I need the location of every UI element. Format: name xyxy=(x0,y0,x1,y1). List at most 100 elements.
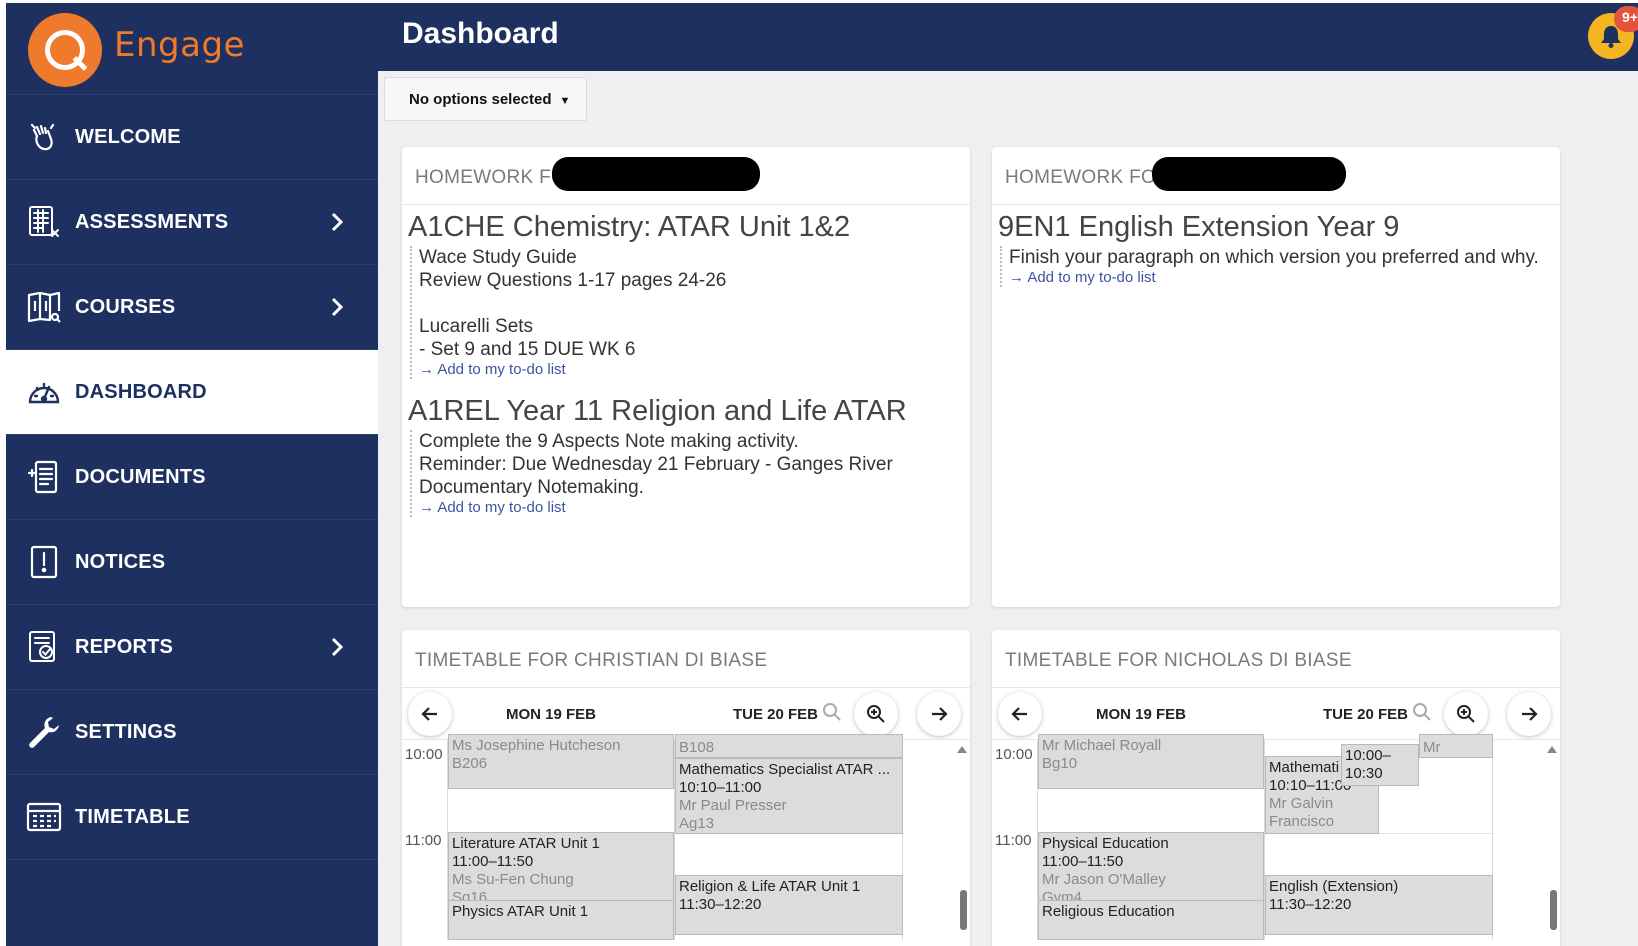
add-todo-link[interactable]: → Add to my to-do list xyxy=(419,361,970,379)
sidebar-item-label: DASHBOARD xyxy=(75,381,207,403)
timetable-event[interactable]: Mr xyxy=(1419,734,1493,758)
calendar-grid-icon xyxy=(26,799,62,835)
time-label: 11:00 xyxy=(405,832,442,849)
day-label: MON 19 FEB xyxy=(506,706,597,723)
sidebar-item-label: REPORTS xyxy=(75,636,174,658)
wave-hand-icon xyxy=(26,119,62,155)
prev-day-button[interactable] xyxy=(998,692,1042,736)
zoom-in-button[interactable] xyxy=(854,692,898,736)
scroll-up-arrow-icon[interactable] xyxy=(957,746,967,753)
timetable-scrollbar[interactable] xyxy=(956,740,970,940)
assessment-grid-icon xyxy=(26,204,62,240)
notification-count-badge: 9+ xyxy=(1614,6,1638,32)
top-header: Dashboard 9+ xyxy=(378,3,1638,71)
timetable-event[interactable]: Physics ATAR Unit 1 xyxy=(448,900,674,940)
timetable-card: TIMETABLE FOR CHRISTIAN DI BIASE MON 19 … xyxy=(402,630,970,946)
brand[interactable]: Engage xyxy=(6,3,378,95)
sidebar-item-documents[interactable]: DOCUMENTS xyxy=(6,435,378,520)
course-title: A1REL Year 11 Religion and Life ATAR xyxy=(408,395,907,427)
document-icon xyxy=(26,459,62,495)
homework-text: Complete the 9 Aspects Note making activ… xyxy=(419,431,893,498)
next-day-button[interactable] xyxy=(917,692,961,736)
app-root: Engage WELCOME ASSESSMENTS COURSES DASHB… xyxy=(0,0,1638,946)
zoom-out-icon[interactable] xyxy=(822,702,842,722)
sidebar-item-courses[interactable]: COURSES xyxy=(6,265,378,350)
arrow-left-icon xyxy=(1011,707,1027,721)
sidebar-item-assessments[interactable]: ASSESSMENTS xyxy=(6,180,378,265)
timetable-event[interactable]: Ms Josephine Hutcheson B206 xyxy=(448,734,674,789)
timetable-event[interactable]: Physical Education 11:00–11:50 Mr Jason … xyxy=(1038,832,1264,910)
arrow-right-icon xyxy=(932,707,948,721)
homework-heading: HOMEWORK FOR xyxy=(1005,167,1171,188)
arrow-right-icon xyxy=(1522,707,1538,721)
caret-down-icon: ▼ xyxy=(559,95,571,107)
course-title: 9EN1 English Extension Year 9 xyxy=(998,211,1400,243)
time-label: 11:00 xyxy=(995,832,1032,849)
scroll-thumb[interactable] xyxy=(1550,890,1557,930)
card-heading: HOMEWORK FOR xyxy=(402,147,970,205)
timetable-event[interactable]: Literature ATAR Unit 1 11:00–11:50 Ms Su… xyxy=(448,832,674,910)
sidebar-item-dashboard[interactable]: DASHBOARD xyxy=(6,350,378,435)
arrow-left-icon xyxy=(421,707,437,721)
timetable-event[interactable]: English (Extension) 11:30–12:20 xyxy=(1265,875,1493,935)
sidebar-item-reports[interactable]: REPORTS xyxy=(6,605,378,690)
zoom-out-icon[interactable] xyxy=(1412,702,1432,722)
timetable-card: TIMETABLE FOR NICHOLAS DI BIASE MON 19 F… xyxy=(992,630,1560,946)
day-label: TUE 20 FEB xyxy=(1323,706,1409,723)
sidebar-item-label: WELCOME xyxy=(75,126,181,148)
redaction-block xyxy=(1152,157,1346,191)
zoom-in-icon xyxy=(1457,705,1475,723)
dashboard-main: No options selected ▼ HOMEWORK FOR A1CHE … xyxy=(378,71,1638,946)
prev-day-button[interactable] xyxy=(408,692,452,736)
engage-logo-icon xyxy=(28,13,102,87)
zoom-in-button[interactable] xyxy=(1444,692,1488,736)
add-todo-link[interactable]: → Add to my to-do list xyxy=(419,499,970,517)
timetable-event[interactable]: 10:00– 10:30 xyxy=(1341,744,1419,786)
redaction-block xyxy=(552,157,760,191)
sidebar-item-timetable[interactable]: TIMETABLE xyxy=(6,775,378,860)
card-heading: HOMEWORK FOR xyxy=(992,147,1560,205)
timetable-scrollbar[interactable] xyxy=(1546,740,1560,940)
homework-course: A1CHE Chemistry: ATAR Unit 1&2 Wace Stud… xyxy=(408,211,970,379)
sidebar-item-settings[interactable]: SETTINGS xyxy=(6,690,378,775)
sidebar-item-notices[interactable]: NOTICES xyxy=(6,520,378,605)
card-heading: TIMETABLE FOR NICHOLAS DI BIASE xyxy=(992,630,1560,688)
report-icon xyxy=(26,629,62,665)
add-todo-link[interactable]: → Add to my to-do list xyxy=(1009,269,1560,287)
sidebar-item-label: ASSESSMENTS xyxy=(75,211,229,233)
timetable-event[interactable]: Mathematics Specialist ATAR ... 10:10–11… xyxy=(675,758,903,834)
course-title: A1CHE Chemistry: ATAR Unit 1&2 xyxy=(408,211,851,243)
chevron-right-icon xyxy=(331,637,344,657)
chevron-right-icon xyxy=(331,297,344,317)
sidebar-item-label: NOTICES xyxy=(75,551,166,573)
homework-text: Wace Study Guide Review Questions 1-17 p… xyxy=(419,247,727,360)
scroll-thumb[interactable] xyxy=(960,890,967,930)
card-heading: TIMETABLE FOR CHRISTIAN DI BIASE xyxy=(402,630,970,688)
book-open-icon xyxy=(26,289,62,325)
homework-card: HOMEWORK FOR A1CHE Chemistry: ATAR Unit … xyxy=(402,147,970,607)
sidebar-item-label: COURSES xyxy=(75,296,176,318)
options-dropdown-label: No options selected xyxy=(409,91,552,108)
timetable-grid: 10:00 11:00 Mr Michael Royall Bg10 Mathe… xyxy=(992,734,1560,940)
timetable-event[interactable]: Mr Michael Royall Bg10 xyxy=(1038,734,1264,789)
chevron-right-icon xyxy=(331,212,344,232)
timetable-event[interactable]: B108 xyxy=(675,734,903,758)
options-dropdown[interactable]: No options selected ▼ xyxy=(384,77,587,121)
sidebar-item-label: SETTINGS xyxy=(75,721,177,743)
wrench-icon xyxy=(26,714,62,750)
gauge-icon xyxy=(26,374,62,410)
sidebar-item-welcome[interactable]: WELCOME xyxy=(6,95,378,180)
homework-course: A1REL Year 11 Religion and Life ATAR Com… xyxy=(408,395,970,517)
notice-alert-icon xyxy=(26,544,62,580)
scroll-up-arrow-icon[interactable] xyxy=(1547,746,1557,753)
page-title: Dashboard xyxy=(402,17,559,50)
time-label: 10:00 xyxy=(405,746,443,763)
day-label: TUE 20 FEB xyxy=(733,706,819,723)
timetable-event[interactable]: Religious Education xyxy=(1038,900,1264,940)
sidebar-item-label: DOCUMENTS xyxy=(75,466,206,488)
timetable-grid: 10:00 11:00 Ms Josephine Hutcheson B206 … xyxy=(402,734,970,940)
homework-text: Finish your paragraph on which version y… xyxy=(1009,247,1539,268)
next-day-button[interactable] xyxy=(1507,692,1551,736)
timetable-event[interactable]: Religion & Life ATAR Unit 1 11:30–12:20 xyxy=(675,875,903,935)
time-label: 10:00 xyxy=(995,746,1033,763)
